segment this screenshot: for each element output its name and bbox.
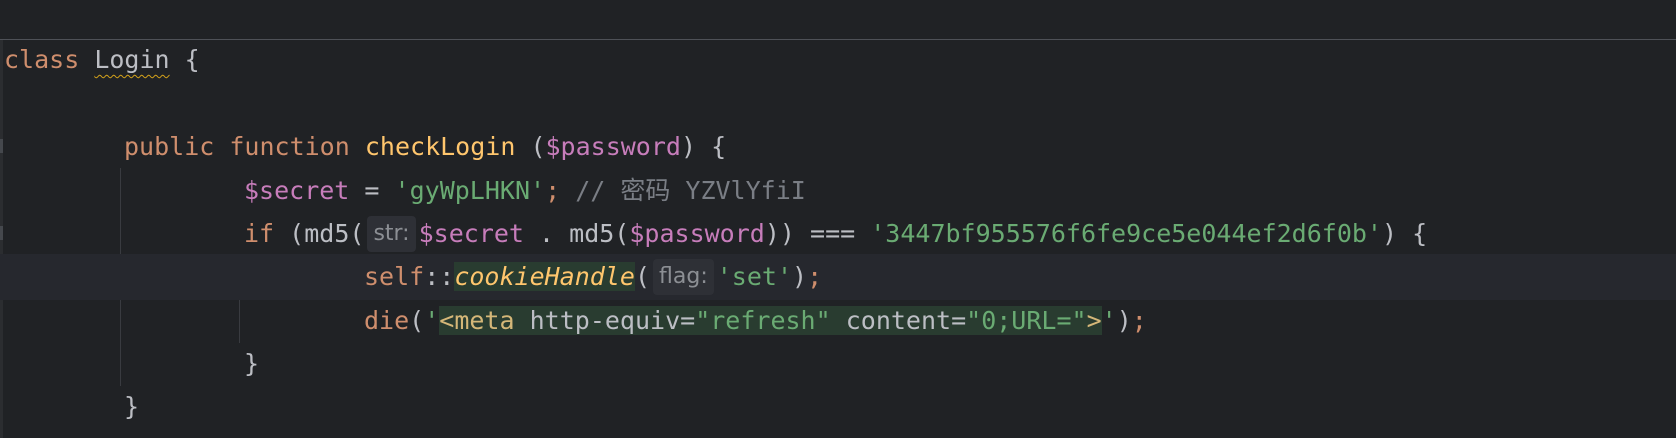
class-name: Login bbox=[94, 45, 170, 74]
html-attr-value: "0;URL=" bbox=[966, 306, 1087, 335]
var-secret: $secret bbox=[418, 219, 524, 248]
paren-close: )) bbox=[764, 219, 795, 248]
paren-open: ( bbox=[530, 132, 546, 161]
gutter-marker bbox=[0, 226, 3, 240]
keyword-function: function bbox=[229, 132, 350, 161]
function-name: checkLogin bbox=[364, 132, 516, 161]
semicolon: ; bbox=[807, 262, 823, 291]
assign-op: = bbox=[364, 176, 380, 205]
open-brace: { bbox=[711, 132, 727, 161]
open-brace: { bbox=[184, 45, 200, 74]
strict-equal-op: === bbox=[810, 219, 856, 248]
param-password: $password bbox=[545, 132, 681, 161]
paren-open: ( bbox=[634, 262, 651, 291]
html-attr-value: "refresh" bbox=[695, 306, 831, 335]
string-secret: 'gyWpLHKN' bbox=[394, 176, 546, 205]
open-brace: { bbox=[1412, 219, 1428, 248]
keyword-self: self bbox=[364, 262, 425, 291]
gutter-marker bbox=[0, 139, 3, 153]
editor-divider bbox=[0, 39, 1676, 40]
html-tag-close: > bbox=[1086, 306, 1102, 335]
html-eq: = bbox=[951, 306, 967, 335]
html-injection: <meta http-equiv="refresh" content="0;UR… bbox=[439, 306, 1102, 335]
close-brace: } bbox=[244, 349, 260, 378]
quote: ' bbox=[1101, 306, 1117, 335]
param-hint-str: str: bbox=[367, 216, 416, 252]
paren-open: ( bbox=[409, 306, 425, 335]
semicolon: ; bbox=[545, 176, 561, 205]
quote: ' bbox=[424, 306, 440, 335]
html-attr: content bbox=[845, 306, 952, 335]
keyword-if: if bbox=[244, 219, 275, 248]
code-line-3[interactable]: public function checkLogin ($password) { bbox=[124, 124, 726, 170]
html-eq: = bbox=[680, 306, 696, 335]
code-line-7[interactable]: die('<meta http-equiv="refresh" content=… bbox=[364, 298, 1147, 344]
code-line-5[interactable]: if (md5(str: $secret . md5($password)) ==… bbox=[244, 211, 1427, 257]
html-tag-open: <meta bbox=[439, 306, 515, 335]
string-hash: '3447bf955576f6fe9ce5e044ef2d6f0b' bbox=[870, 219, 1382, 248]
code-line-6-current[interactable]: self::cookieHandle(flag:'set'); bbox=[0, 254, 1676, 300]
md5-call: (md5( bbox=[289, 219, 365, 248]
code-line-1[interactable]: class Login { bbox=[4, 37, 200, 83]
var-secret: $secret bbox=[244, 176, 350, 205]
code-line-4[interactable]: $secret = 'gyWpLHKN'; // 密码 YZVlYfiI bbox=[244, 168, 806, 214]
code-editor[interactable]: class Login { public function checkLogin… bbox=[0, 0, 1676, 438]
paren-close: ) bbox=[1116, 306, 1132, 335]
paren-close: ) bbox=[680, 132, 697, 161]
scope-op: :: bbox=[424, 262, 455, 291]
param-password: $password bbox=[629, 219, 765, 248]
paren-close: ) bbox=[1381, 219, 1398, 248]
html-attr: http-equiv bbox=[529, 306, 681, 335]
concat-op: . bbox=[539, 219, 555, 248]
string-arg: 'set' bbox=[716, 262, 792, 291]
method-cookieHandle: cookieHandle bbox=[454, 262, 635, 291]
keyword-class: class bbox=[4, 45, 80, 74]
semicolon: ; bbox=[1131, 306, 1147, 335]
keyword-public: public bbox=[124, 132, 215, 161]
code-line-9[interactable]: } bbox=[124, 384, 139, 430]
comment: // 密码 YZVlYfiI bbox=[575, 176, 806, 205]
code-line-8[interactable]: } bbox=[244, 341, 259, 387]
paren-close: ) bbox=[792, 262, 808, 291]
param-hint-flag: flag: bbox=[653, 259, 714, 295]
close-brace: } bbox=[124, 392, 140, 421]
md5-call: md5( bbox=[569, 219, 630, 248]
function-die: die bbox=[364, 306, 410, 335]
